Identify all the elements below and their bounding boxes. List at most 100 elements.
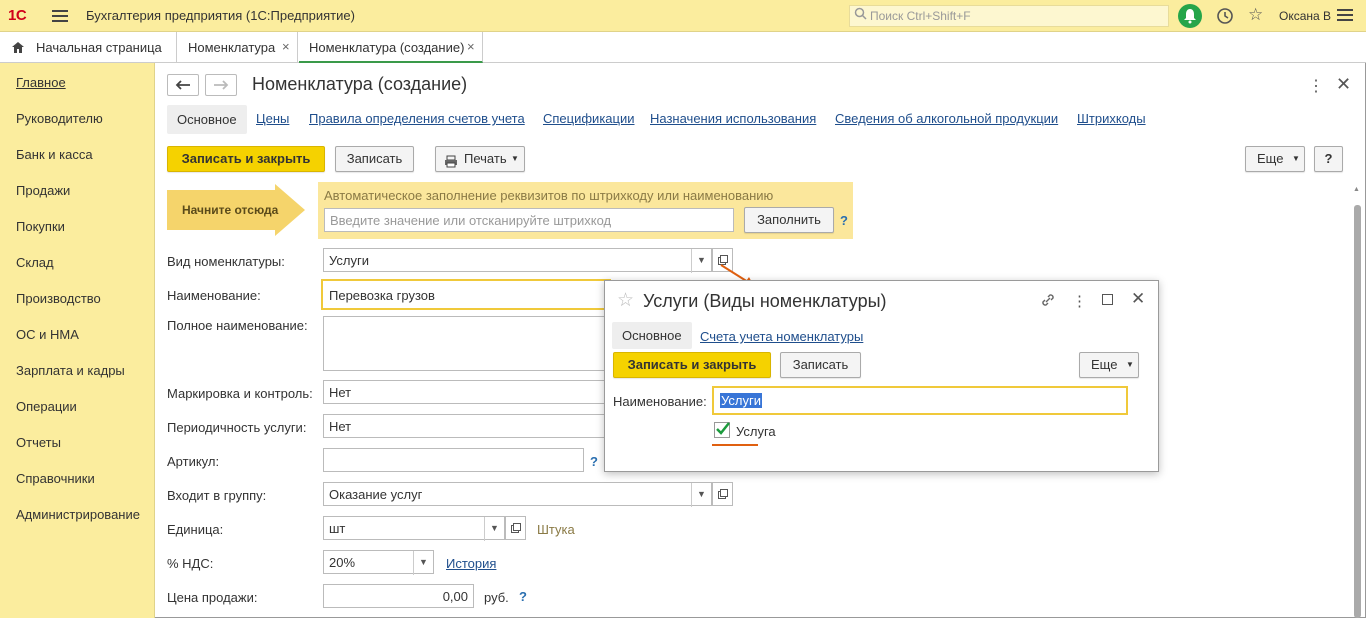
marking-label: Маркировка и контроль: — [167, 386, 313, 401]
sidebar-item-bank[interactable]: Банк и касса — [16, 147, 93, 162]
sidebar-item-purchases[interactable]: Покупки — [16, 219, 65, 234]
app-title: Бухгалтерия предприятия (1С:Предприятие) — [86, 8, 355, 23]
scroll-up-icon[interactable]: ▲ — [1353, 186, 1360, 193]
help-button[interactable]: ? — [1314, 146, 1343, 172]
kind-value: Услуги — [329, 253, 369, 268]
notifications-bell-icon[interactable] — [1178, 4, 1202, 28]
group-value: Оказание услуг — [329, 487, 423, 502]
close-icon[interactable]: × — [282, 39, 290, 54]
form-tab-prices[interactable]: Цены — [256, 111, 289, 126]
sidebar-item-directories[interactable]: Справочники — [16, 471, 95, 486]
price-input[interactable]: 0,00 — [323, 584, 474, 608]
link-icon[interactable] — [1040, 292, 1056, 311]
form-tab-main[interactable]: Основное — [167, 105, 247, 134]
close-icon[interactable]: ✕ — [1131, 289, 1145, 309]
maximize-icon[interactable] — [1102, 294, 1113, 305]
period-label: Периодичность услуги: — [167, 420, 307, 435]
tab-label: Номенклатура — [188, 40, 276, 55]
popup-tab-accounts[interactable]: Счета учета номенклатуры — [700, 329, 863, 344]
close-icon[interactable]: ✕ — [1336, 74, 1351, 95]
sidebar-item-main[interactable]: Главное — [16, 75, 66, 90]
form-tab-account-rules[interactable]: Правила определения счетов учета — [309, 111, 525, 126]
form-tab-usage[interactable]: Назначения использования — [650, 111, 816, 126]
sidebar-item-production[interactable]: Производство — [16, 291, 101, 306]
more-vert-icon[interactable]: ⋮ — [1072, 292, 1087, 310]
menu-icon[interactable] — [52, 7, 68, 23]
dropdown-arrow-icon[interactable]: ▼ — [691, 483, 711, 507]
tab-nomenclature-create[interactable]: Номенклатура (создание) × — [299, 32, 483, 63]
sidebar-item-admin[interactable]: Администрирование — [16, 507, 140, 522]
tab-nomenclature[interactable]: Номенклатура × — [178, 32, 298, 63]
more-button[interactable]: Еще ▼ — [1245, 146, 1305, 172]
search-icon — [854, 7, 867, 23]
dropdown-arrow-icon[interactable]: ▼ — [484, 517, 504, 541]
group-label: Входит в группу: — [167, 488, 267, 503]
scrollbar-thumb[interactable] — [1354, 205, 1361, 618]
unit-label: Единица: — [167, 522, 224, 537]
form-tab-specifications[interactable]: Спецификации — [543, 111, 635, 126]
user-name[interactable]: Оксана В — [1279, 9, 1331, 23]
kind-select[interactable]: Услуги ▼ — [323, 248, 712, 273]
popup-name-input[interactable]: Услуги — [712, 386, 1128, 415]
sidebar-item-warehouse[interactable]: Склад — [16, 255, 54, 270]
service-checkbox-label: Услуга — [736, 424, 776, 439]
popup-save-button[interactable]: Записать — [780, 352, 861, 378]
tab-home[interactable]: Начальная страница — [0, 32, 177, 63]
save-button[interactable]: Записать — [335, 146, 414, 172]
price-label: Цена продажи: — [167, 590, 258, 605]
form-tab-barcodes[interactable]: Штрихкоды — [1077, 111, 1146, 126]
sidebar-item-salary[interactable]: Зарплата и кадры — [16, 363, 125, 378]
dropdown-arrow-icon: ▼ — [511, 154, 519, 163]
popup-tab-main[interactable]: Основное — [612, 322, 692, 349]
marking-value: Нет — [329, 385, 352, 400]
save-and-close-button[interactable]: Записать и закрыть — [167, 146, 325, 172]
autofill-description: Автоматическое заполнение реквизитов по … — [324, 188, 774, 203]
forward-button[interactable] — [205, 74, 237, 96]
open-icon[interactable] — [505, 516, 526, 540]
vat-value: 20% — [329, 555, 356, 570]
popup-more-button[interactable]: Еще ▼ — [1079, 352, 1139, 378]
home-icon — [11, 41, 25, 57]
sidebar-item-management[interactable]: Руководителю — [16, 111, 103, 126]
article-input[interactable] — [323, 448, 584, 472]
price-currency: руб. — [484, 590, 509, 605]
kind-label: Вид номенклатуры: — [167, 254, 285, 269]
back-button[interactable] — [167, 74, 199, 96]
vat-select[interactable]: 20% ▼ — [323, 550, 434, 575]
name-input[interactable]: Перевозка грузов — [321, 279, 611, 310]
price-help-link[interactable]: ? — [519, 589, 527, 604]
dropdown-arrow-icon: ▼ — [1292, 154, 1300, 163]
close-icon[interactable]: × — [467, 39, 475, 54]
group-select[interactable]: Оказание услуг ▼ — [323, 482, 712, 507]
sidebar-item-assets[interactable]: ОС и НМА — [16, 327, 79, 342]
service-checkbox[interactable] — [714, 422, 730, 438]
sidebar-item-reports[interactable]: Отчеты — [16, 435, 61, 450]
period-select[interactable]: Нет — [323, 414, 608, 438]
popup-save-and-close-button[interactable]: Записать и закрыть — [613, 352, 771, 378]
sidebar-item-operations[interactable]: Операции — [16, 399, 77, 414]
vat-history-link[interactable]: История — [446, 556, 496, 571]
article-help-link[interactable]: ? — [590, 454, 598, 469]
start-here-label: Начните отсюда — [182, 203, 279, 217]
favorite-star-icon[interactable]: ☆ — [617, 289, 634, 312]
app-logo[interactable]: 1С — [8, 7, 27, 24]
dropdown-arrow-icon: ▼ — [1126, 360, 1134, 369]
favorites-star-icon[interactable]: ☆ — [1248, 5, 1263, 25]
history-icon[interactable] — [1215, 6, 1235, 29]
print-button[interactable]: Печать ▼ — [435, 146, 525, 172]
main-menu-icon[interactable] — [1337, 6, 1353, 26]
more-vert-icon[interactable]: ⋮ — [1308, 76, 1324, 96]
unit-description: Штука — [537, 522, 575, 537]
barcode-input[interactable]: Введите значение или отсканируйте штрихк… — [324, 208, 734, 232]
fullname-label: Полное наименование: — [167, 318, 308, 333]
fill-button[interactable]: Заполнить — [744, 207, 834, 233]
unit-select[interactable]: шт ▼ — [323, 516, 505, 541]
dropdown-arrow-icon[interactable]: ▼ — [413, 551, 433, 575]
fullname-textarea[interactable] — [323, 316, 608, 371]
dropdown-arrow-icon[interactable]: ▼ — [691, 249, 711, 273]
marking-select[interactable]: Нет — [323, 380, 608, 404]
sidebar-item-sales[interactable]: Продажи — [16, 183, 70, 198]
form-tab-alcohol[interactable]: Сведения об алкогольной продукции — [835, 111, 1058, 126]
autofill-help-link[interactable]: ? — [840, 213, 848, 228]
open-icon[interactable] — [712, 482, 733, 506]
